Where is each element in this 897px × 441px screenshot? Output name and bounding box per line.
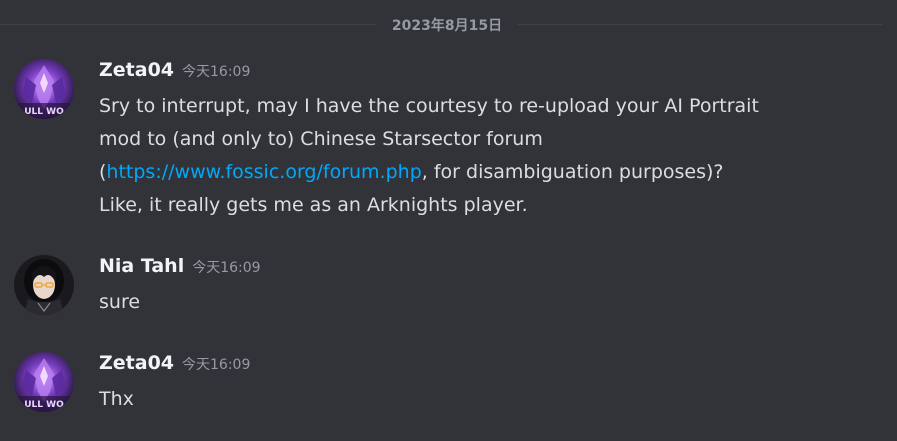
message-line: Thx xyxy=(99,388,134,410)
divider-line xyxy=(518,24,882,25)
timestamp: 今天16:09 xyxy=(192,260,261,276)
timestamp: 今天16:09 xyxy=(182,64,251,80)
username[interactable]: Nia Tahl xyxy=(99,255,184,277)
message-header: Zeta04 今天16:09 xyxy=(99,59,250,85)
message-line: Like, it really gets me as an Arknights … xyxy=(99,194,528,216)
message-content: Sry to interrupt, may I have the courtes… xyxy=(99,90,839,222)
purple-knight-avatar-icon: ULL WO xyxy=(14,352,74,412)
timestamp: 今天16:09 xyxy=(182,357,251,373)
message-line: Sry to interrupt, may I have the courtes… xyxy=(99,95,759,117)
avatar[interactable] xyxy=(14,255,74,315)
divider-date: 2023年8月15日 xyxy=(391,18,503,34)
avatar[interactable]: ULL WO xyxy=(14,59,74,119)
svg-text:ULL WO: ULL WO xyxy=(24,400,64,410)
username[interactable]: Zeta04 xyxy=(99,352,174,374)
purple-knight-avatar-icon: ULL WO xyxy=(14,59,74,119)
forum-link[interactable]: https://www.fossic.org/forum.php xyxy=(106,161,421,183)
divider-line xyxy=(0,24,376,25)
message-line: mod to (and only to) Chinese Starsector … xyxy=(99,128,543,150)
chat-messages: 2023年8月15日 ULL WO Zeta04 今天16:09 Sry to … xyxy=(0,0,897,441)
message-content: sure xyxy=(99,286,839,319)
message-header: Zeta04 今天16:09 xyxy=(99,352,250,378)
avatar[interactable]: ULL WO xyxy=(14,352,74,412)
username[interactable]: Zeta04 xyxy=(99,59,174,81)
message-line: (https://www.fossic.org/forum.php, for d… xyxy=(99,156,839,189)
svg-text:ULL WO: ULL WO xyxy=(24,107,64,117)
message-header: Nia Tahl 今天16:09 xyxy=(99,255,261,281)
message-line: sure xyxy=(99,291,141,313)
date-divider: 2023年8月15日 xyxy=(0,13,882,35)
message-text: , for disambiguation purposes)? xyxy=(421,161,724,183)
dark-haired-girl-avatar-icon xyxy=(14,255,74,315)
message-content: Thx xyxy=(99,383,839,416)
